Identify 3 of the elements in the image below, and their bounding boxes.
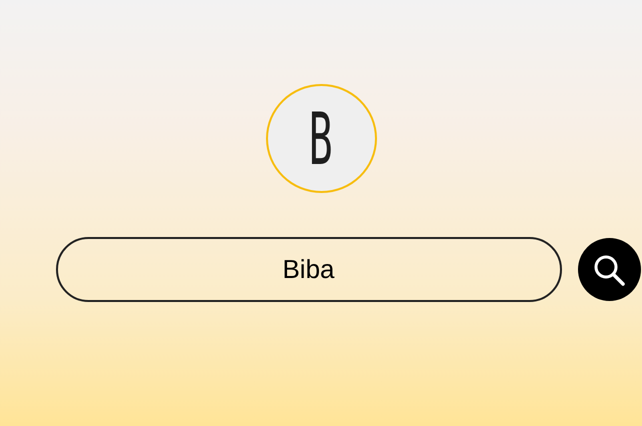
logo-letter: B <box>309 102 333 174</box>
search-field[interactable]: Biba <box>56 237 562 302</box>
search-icon <box>592 252 626 286</box>
